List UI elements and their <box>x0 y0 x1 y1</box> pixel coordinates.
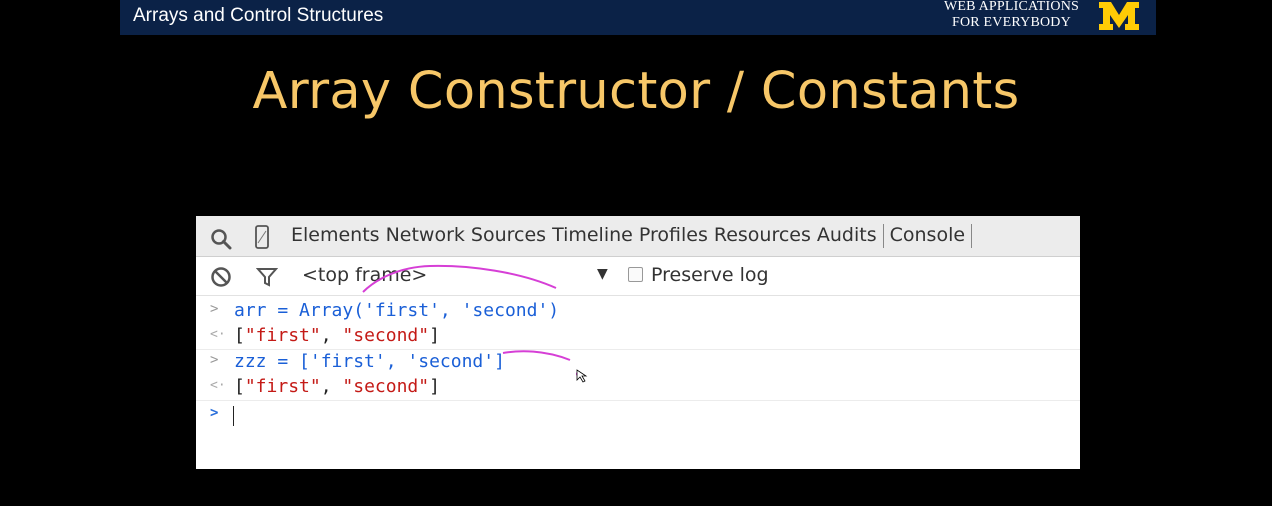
code-segment: , <box>320 376 343 397</box>
input-prompt-icon: > <box>210 301 219 317</box>
university-logo-icon <box>1099 2 1139 30</box>
console-result: ["first", "second"] <box>234 376 440 397</box>
string-literal: 'first' <box>309 351 386 372</box>
slide-title: Array Constructor / Constants <box>252 62 1020 121</box>
console-input-line[interactable]: > <box>196 403 1080 428</box>
device-mode-icon[interactable] <box>254 225 270 249</box>
text-cursor <box>233 406 234 426</box>
chevron-down-icon[interactable]: ▼ <box>597 266 608 282</box>
code-segment: , <box>439 300 462 321</box>
active-prompt-icon: > <box>210 405 219 421</box>
code-segment: [ <box>234 376 245 397</box>
code-segment: arr = Array( <box>234 300 365 321</box>
filter-icon[interactable] <box>256 266 278 288</box>
string-value: "first" <box>244 376 321 397</box>
code-segment: [ <box>234 325 245 346</box>
devtools-tabbar: Elements Network Sources Timeline Profil… <box>196 216 1080 257</box>
code-segment: ] <box>494 351 505 372</box>
string-literal: 'first' <box>364 300 440 321</box>
string-value: "second" <box>342 325 430 346</box>
console-line: > zzz = ['first', 'second'] <box>196 350 1080 375</box>
code-segment: , <box>385 351 408 372</box>
code-segment: ) <box>548 300 560 321</box>
tab-elements[interactable]: Elements <box>291 224 386 248</box>
tab-timeline[interactable]: Timeline <box>552 224 639 248</box>
devtools-panel: Elements Network Sources Timeline Profil… <box>196 216 1080 469</box>
tab-profiles[interactable]: Profiles <box>639 224 714 248</box>
code-segment: ] <box>429 325 440 346</box>
console-code: zzz = ['first', 'second'] <box>234 351 505 372</box>
tab-sources[interactable]: Sources <box>471 224 552 248</box>
preserve-log-label: Preserve log <box>651 264 769 286</box>
code-segment: , <box>320 325 343 346</box>
tab-console[interactable]: Console <box>890 224 971 248</box>
tab-network[interactable]: Network <box>386 224 471 248</box>
string-literal: 'second' <box>461 300 549 321</box>
console-code: arr = Array('first', 'second') <box>234 300 559 321</box>
frame-selector[interactable]: <top frame> <box>302 264 427 286</box>
preserve-log-checkbox[interactable] <box>628 267 643 282</box>
code-segment: zzz = [ <box>234 351 310 372</box>
console-line: <· ["first", "second"] <box>196 375 1080 401</box>
code-segment: ] <box>429 376 440 397</box>
string-value: "first" <box>244 325 321 346</box>
clear-console-icon[interactable] <box>210 266 232 288</box>
tab-resources[interactable]: Resources <box>714 224 817 248</box>
result-arrow-icon: <· <box>210 327 226 342</box>
brand-line-1: WEB APPLICATIONS <box>943 0 1079 14</box>
header-title: Arrays and Control Structures <box>133 5 384 26</box>
string-literal: 'second' <box>407 351 495 372</box>
input-prompt-icon: > <box>210 352 219 368</box>
result-arrow-icon: <· <box>210 378 226 393</box>
console-line: <· ["first", "second"] <box>196 324 1080 350</box>
string-value: "second" <box>342 376 430 397</box>
devtools-tabs: Elements Network Sources Timeline Profil… <box>291 224 978 248</box>
tab-divider <box>882 224 884 248</box>
header-bar: Arrays and Control Structures WEB APPLIC… <box>120 0 1156 35</box>
tab-divider <box>971 224 973 248</box>
console-filterbar: <top frame> ▼ Preserve log <box>196 257 1080 296</box>
brand-text: WEB APPLICATIONS FOR EVERYBODY <box>944 0 1079 31</box>
console-output: > arr = Array('first', 'second') <· ["fi… <box>196 296 1080 469</box>
search-icon[interactable] <box>210 228 232 250</box>
brand-line-2: FOR EVERYBODY <box>952 15 1071 30</box>
console-result: ["first", "second"] <box>234 325 440 346</box>
tab-audits[interactable]: Audits <box>817 224 883 248</box>
console-line: > arr = Array('first', 'second') <box>196 299 1080 324</box>
